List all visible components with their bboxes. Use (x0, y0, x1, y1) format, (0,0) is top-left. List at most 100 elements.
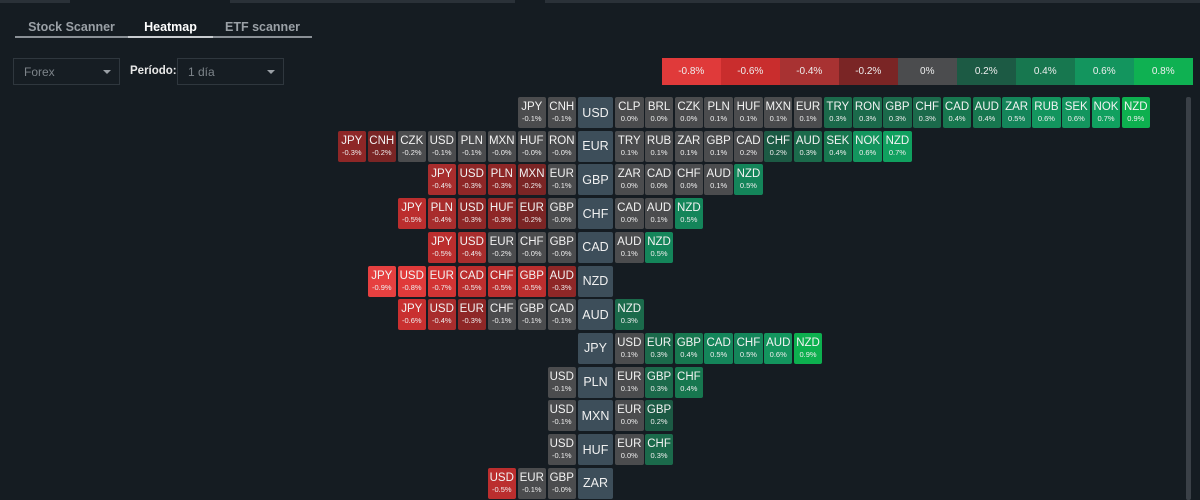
heatmap-cell[interactable]: AUD 0.1% (644, 198, 674, 230)
heatmap-cell[interactable]: JPY -0.5% (397, 198, 426, 230)
heatmap-cell[interactable]: AUD 0.1% (615, 231, 644, 263)
heatmap-cell[interactable]: GBP 0.4% (674, 332, 704, 364)
heatmap-cell[interactable]: PLN -0.1% (457, 130, 486, 162)
heatmap-cell[interactable]: AUD 0.4% (972, 97, 1002, 128)
heatmap-cell[interactable]: GBP -0.5% (517, 265, 546, 297)
heatmap-cell[interactable]: NZD 0.3% (615, 299, 644, 331)
heatmap-cell[interactable]: NZD 0.7% (883, 130, 912, 162)
heatmap-cell[interactable]: NZD 0.5% (644, 231, 674, 263)
tab-stock-scanner[interactable]: Stock Scanner (15, 18, 128, 36)
tab-etf-scanner[interactable]: ETF scanner (213, 18, 312, 36)
heatmap-cell[interactable]: JPY -0.4% (427, 164, 456, 196)
heatmap-cell[interactable]: MXN -0.0% (487, 130, 516, 162)
heatmap-cell[interactable]: EUR -0.7% (427, 265, 456, 297)
period-select[interactable]: 1 día (177, 58, 284, 85)
heatmap-cell[interactable]: JPY -0.6% (397, 299, 426, 331)
heatmap-cell[interactable]: USD 0.1% (615, 332, 644, 364)
base-currency[interactable]: NZD (578, 265, 613, 297)
heatmap-cell[interactable]: NOK 0.7% (1091, 97, 1121, 128)
heatmap-cell[interactable]: RON 0.3% (853, 97, 882, 128)
heatmap-cell[interactable]: CNH -0.2% (367, 130, 396, 162)
heatmap-cell[interactable]: GBP -0.0% (547, 231, 576, 263)
base-currency[interactable]: JPY (578, 332, 613, 364)
heatmap-cell[interactable]: EUR 0.0% (615, 400, 644, 432)
heatmap-cell[interactable]: AUD -0.3% (547, 265, 576, 297)
heatmap-cell[interactable]: CAD -0.1% (547, 299, 576, 331)
heatmap-cell[interactable]: NZD 0.9% (1121, 97, 1151, 128)
heatmap-cell[interactable]: NZD 0.9% (793, 332, 823, 364)
heatmap-cell[interactable]: CNH -0.1% (547, 97, 576, 128)
heatmap-cell[interactable]: EUR -0.1% (517, 467, 546, 499)
heatmap-cell[interactable]: HUF -0.3% (487, 198, 516, 230)
heatmap-cell[interactable]: CHF -0.5% (487, 265, 516, 297)
heatmap-cell[interactable]: USD -0.4% (457, 231, 486, 263)
base-currency[interactable]: EUR (578, 130, 613, 162)
heatmap-cell[interactable]: PLN 0.1% (704, 97, 733, 128)
heatmap-cell[interactable]: HUF -0.0% (517, 130, 546, 162)
heatmap-cell[interactable]: GBP 0.3% (644, 366, 674, 398)
heatmap-cell[interactable]: SEK 0.6% (1061, 97, 1091, 128)
heatmap-cell[interactable]: CHF 0.4% (674, 366, 704, 398)
heatmap-cell[interactable]: GBP 0.2% (644, 400, 674, 432)
heatmap-cell[interactable]: CHF -0.0% (517, 231, 546, 263)
heatmap-cell[interactable]: USD -0.5% (487, 467, 516, 499)
heatmap-cell[interactable]: EUR 0.3% (644, 332, 674, 364)
heatmap-cell[interactable]: JPY -0.1% (517, 97, 546, 128)
base-currency[interactable]: USD (578, 97, 613, 128)
base-currency[interactable]: CHF (578, 198, 613, 230)
heatmap-cell[interactable]: GBP 0.3% (883, 97, 912, 128)
base-currency[interactable]: ZAR (578, 467, 613, 499)
market-select[interactable]: Forex (13, 58, 120, 85)
heatmap-cell[interactable]: CAD 0.5% (704, 332, 733, 364)
heatmap-cell[interactable]: CHF 0.3% (912, 97, 942, 128)
heatmap-cell[interactable]: EUR 0.0% (615, 434, 644, 465)
tab-heatmap[interactable]: Heatmap (128, 18, 213, 38)
heatmap-cell[interactable]: CZK 0.0% (674, 97, 704, 128)
heatmap-cell[interactable]: SEK 0.4% (823, 130, 853, 162)
base-currency[interactable]: GBP (578, 164, 613, 196)
heatmap-cell[interactable]: BRL 0.0% (644, 97, 674, 128)
base-currency[interactable]: PLN (578, 366, 613, 398)
heatmap-cell[interactable]: CAD 0.0% (615, 198, 644, 230)
heatmap-cell[interactable]: CAD 0.4% (942, 97, 972, 128)
heatmap-cell[interactable]: EUR 0.1% (615, 366, 644, 398)
heatmap-cell[interactable]: CHF -0.1% (487, 299, 516, 331)
heatmap-cell[interactable]: GBP 0.1% (704, 130, 733, 162)
heatmap-cell[interactable]: ZAR 0.5% (1002, 97, 1031, 128)
heatmap-cell[interactable]: CHF 0.2% (763, 130, 793, 162)
heatmap-cell[interactable]: AUD 0.3% (793, 130, 823, 162)
heatmap-cell[interactable]: JPY -0.5% (427, 231, 456, 263)
heatmap-cell[interactable]: AUD 0.6% (763, 332, 793, 364)
scrollbar[interactable] (1186, 97, 1191, 500)
base-currency[interactable]: MXN (578, 400, 613, 432)
heatmap-cell[interactable]: PLN -0.4% (427, 198, 456, 230)
heatmap-cell[interactable]: USD -0.3% (457, 198, 486, 230)
heatmap-cell[interactable]: EUR -0.3% (457, 299, 486, 331)
heatmap-cell[interactable]: GBP -0.1% (517, 299, 546, 331)
heatmap-cell[interactable]: MXN -0.2% (517, 164, 546, 196)
heatmap-cell[interactable]: AUD 0.1% (704, 164, 733, 196)
heatmap-cell[interactable]: ZAR 0.0% (615, 164, 644, 196)
heatmap-cell[interactable]: NZD 0.5% (734, 164, 763, 196)
heatmap-cell[interactable]: TRY 0.1% (615, 130, 644, 162)
base-currency[interactable]: HUF (578, 434, 613, 465)
heatmap-cell[interactable]: NZD 0.5% (674, 198, 704, 230)
heatmap-cell[interactable]: USD -0.1% (547, 434, 576, 465)
heatmap-cell[interactable]: USD -0.8% (397, 265, 426, 297)
heatmap-cell[interactable]: ZAR 0.1% (674, 130, 704, 162)
heatmap-cell[interactable]: CHF 0.3% (644, 434, 674, 465)
heatmap-cell[interactable]: CAD 0.2% (734, 130, 763, 162)
heatmap-cell[interactable]: EUR -0.2% (517, 198, 546, 230)
heatmap-cell[interactable]: HUF 0.1% (734, 97, 763, 128)
heatmap-cell[interactable]: EUR 0.1% (793, 97, 823, 128)
heatmap-cell[interactable]: USD -0.1% (547, 366, 576, 398)
heatmap-cell[interactable]: USD -0.3% (457, 164, 486, 196)
heatmap-cell[interactable]: RUB 0.6% (1032, 97, 1061, 128)
heatmap-cell[interactable]: GBP -0.0% (547, 467, 576, 499)
heatmap-cell[interactable]: RUB 0.1% (644, 130, 674, 162)
heatmap-cell[interactable]: RON -0.0% (547, 130, 576, 162)
heatmap-cell[interactable]: CLP 0.0% (615, 97, 644, 128)
heatmap-cell[interactable]: USD -0.1% (427, 130, 456, 162)
heatmap-cell[interactable]: CAD -0.5% (457, 265, 486, 297)
heatmap-cell[interactable]: USD -0.4% (427, 299, 456, 331)
